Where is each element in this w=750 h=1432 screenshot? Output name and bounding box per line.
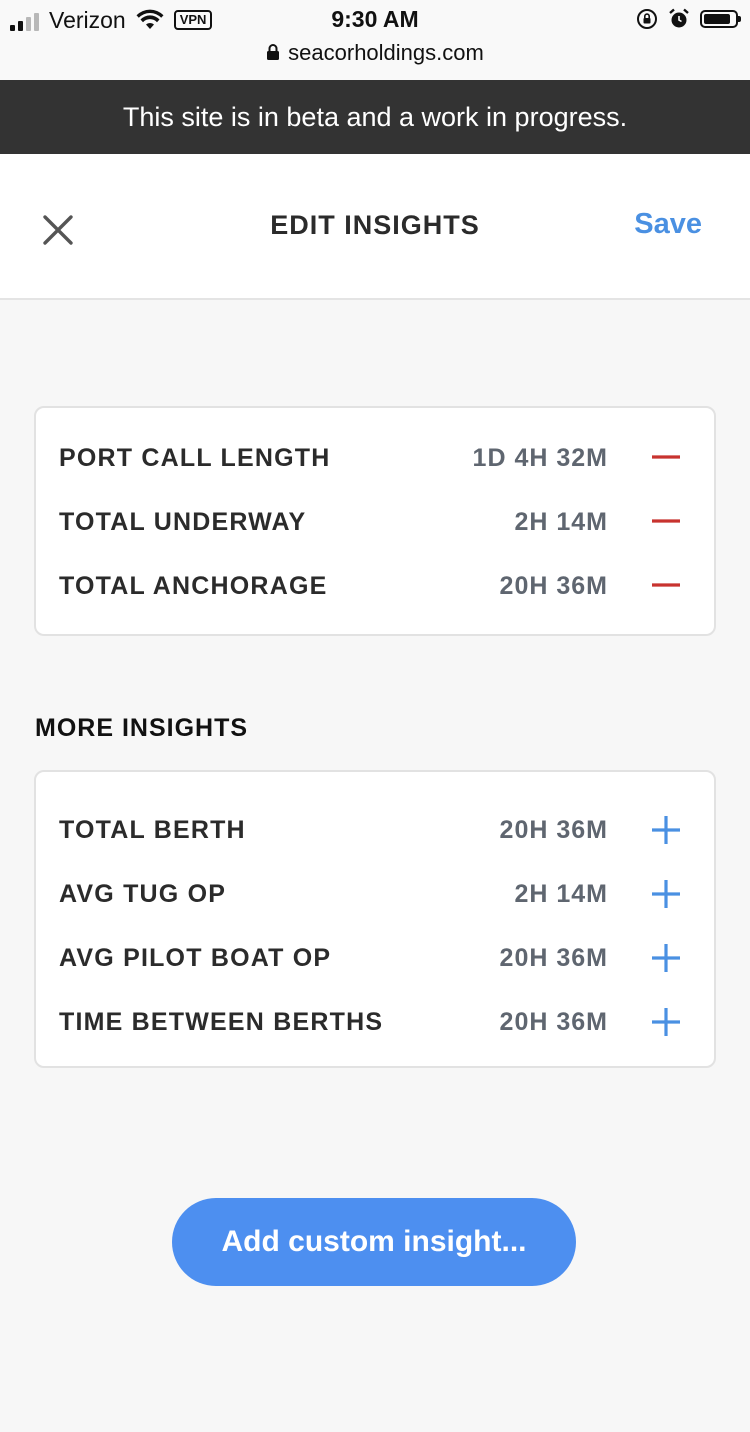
insight-row: TIME BETWEEN BERTHS 20H 36M (36, 1004, 714, 1044)
insight-label: TOTAL BERTH (59, 816, 246, 844)
add-custom-insight-button[interactable]: Add custom insight... (172, 1198, 576, 1286)
insight-label: TOTAL UNDERWAY (59, 508, 307, 536)
status-right (636, 8, 741, 30)
beta-banner-text: This site is in beta and a work in progr… (122, 101, 628, 132)
save-button[interactable]: Save (634, 208, 702, 241)
insight-row: AVG PILOT BOAT OP 20H 36M (36, 940, 714, 980)
remove-icon[interactable] (650, 442, 682, 474)
insight-label: AVG TUG OP (59, 880, 227, 908)
add-icon[interactable] (650, 1006, 682, 1038)
insight-value: 20H 36M (499, 944, 608, 972)
more-insights-card: TOTAL BERTH 20H 36M AVG TUG OP 2H 14M AV… (34, 770, 716, 1068)
url-text: seacorholdings.com (288, 40, 484, 65)
lock-icon (267, 44, 280, 61)
insight-row: TOTAL UNDERWAY 2H 14M (36, 504, 714, 544)
insight-row: PORT CALL LENGTH 1D 4H 32M (36, 440, 714, 480)
status-bar: Verizon VPN 9:30 AM seacorholdings.com (0, 0, 750, 80)
add-icon[interactable] (650, 814, 682, 846)
insight-value: 20H 36M (499, 572, 608, 600)
insight-row: TOTAL BERTH 20H 36M (36, 812, 714, 852)
beta-banner: This site is in beta and a work in progr… (0, 80, 750, 154)
active-insights-card: PORT CALL LENGTH 1D 4H 32M TOTAL UNDERWA… (34, 406, 716, 636)
insight-value: 1D 4H 32M (472, 444, 608, 472)
battery-icon (700, 10, 741, 28)
add-icon[interactable] (650, 942, 682, 974)
insight-label: PORT CALL LENGTH (59, 444, 331, 472)
alarm-icon (669, 8, 689, 28)
remove-icon[interactable] (650, 570, 682, 602)
insight-row: TOTAL ANCHORAGE 20H 36M (36, 568, 714, 608)
insight-label: TIME BETWEEN BERTHS (59, 1008, 384, 1036)
insight-label: AVG PILOT BOAT OP (59, 944, 332, 972)
insight-value: 20H 36M (499, 816, 608, 844)
insight-row: AVG TUG OP 2H 14M (36, 876, 714, 916)
rotation-lock-icon (637, 9, 657, 29)
url-bar[interactable]: seacorholdings.com (0, 40, 750, 66)
add-icon[interactable] (650, 878, 682, 910)
more-insights-title: MORE INSIGHTS (35, 714, 249, 742)
insight-label: TOTAL ANCHORAGE (59, 572, 328, 600)
insight-value: 2H 14M (514, 880, 608, 908)
insight-value: 20H 36M (499, 1008, 608, 1036)
edit-insights-header: EDIT INSIGHTS Save (0, 154, 750, 300)
insight-value: 2H 14M (514, 508, 608, 536)
remove-icon[interactable] (650, 506, 682, 538)
